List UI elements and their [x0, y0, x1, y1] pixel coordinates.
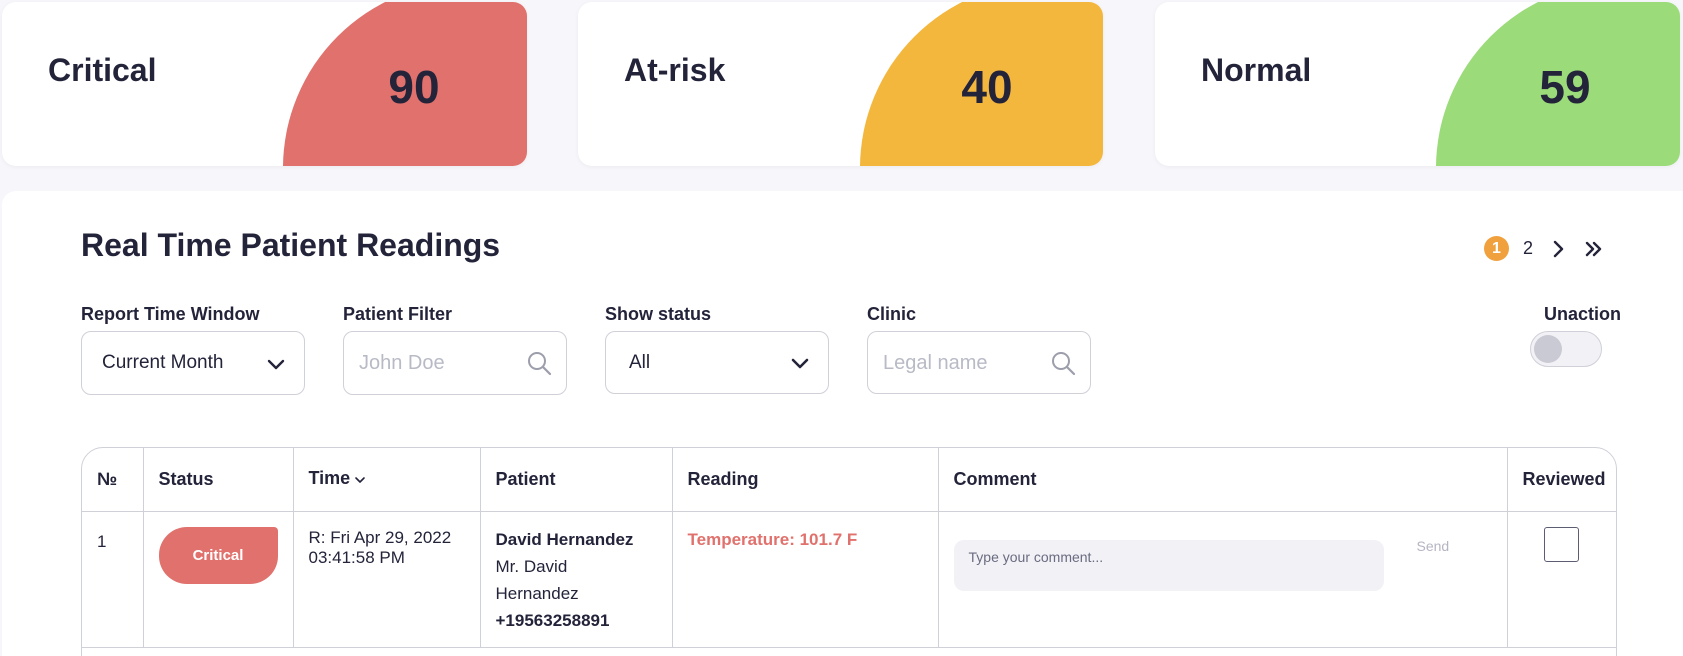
patient-full-title-cont: Hernandez	[495, 583, 579, 603]
column-header-status: Status	[143, 448, 294, 512]
show-status-label: Show status	[605, 304, 712, 324]
patient-full-title: Mr. David	[495, 556, 568, 576]
column-header-reading: Reading	[672, 448, 939, 512]
chevron-down-icon	[788, 351, 814, 377]
column-header-time[interactable]: Time	[293, 448, 481, 512]
pagination: 1 2	[1483, 236, 1605, 261]
report-window-value: Current Month	[102, 352, 224, 373]
clinic-label: Clinic	[867, 304, 917, 324]
column-header-time-label: Time	[308, 468, 351, 489]
row-number: 1	[82, 511, 144, 648]
show-status-value: All	[629, 352, 651, 373]
chevron-down-icon	[264, 352, 290, 378]
column-header-patient: Patient	[480, 448, 673, 512]
patient-filter-placeholder: John Doe	[359, 352, 445, 374]
sort-down-icon	[354, 469, 366, 490]
patient-phone: +19563258891	[495, 610, 610, 630]
report-window-select[interactable]: Current Month	[81, 331, 305, 395]
search-icon	[526, 350, 552, 376]
card-title: Critical	[48, 52, 157, 88]
card-value: 40	[961, 61, 1013, 113]
reading-value: Temperature: 101.7 F	[687, 529, 858, 549]
status-badge: Critical	[158, 526, 278, 584]
clinic-placeholder: Legal name	[883, 352, 988, 374]
unaction-toggle[interactable]	[1530, 331, 1602, 367]
row-status-cell: Critical	[143, 511, 294, 648]
column-header-number: №	[82, 448, 144, 512]
page-button-active[interactable]: 1	[1483, 236, 1509, 261]
patient-filter-input[interactable]: John Doe	[343, 331, 567, 395]
row-time-cell: R: Fri Apr 29, 2022 03:41:58 PM	[293, 511, 481, 648]
report-window-label: Report Time Window	[81, 304, 260, 324]
patient-readings-panel: Real Time Patient Readings 1 2 Report Ti…	[2, 191, 1683, 656]
patient-name[interactable]: David Hernandez	[496, 526, 657, 553]
card-value: 90	[388, 61, 440, 113]
table-header-row: № Status Time Patient Reading Comment Re…	[82, 448, 1616, 512]
column-header-reviewed: Reviewed	[1507, 448, 1616, 512]
reviewed-checkbox[interactable]	[1543, 526, 1579, 562]
summary-card-normal[interactable]: Normal 59	[1155, 2, 1680, 166]
unaction-label: Unaction	[1544, 304, 1622, 324]
comment-input[interactable]: Type your comment...	[953, 539, 1384, 591]
table-row: 1 Critical R: Fri Apr 29, 2022 03:41:58 …	[82, 511, 1616, 648]
double-chevron-right-icon[interactable]	[1583, 238, 1605, 260]
row-reading-cell: Temperature: 101.7 F	[672, 511, 939, 648]
summary-card-critical[interactable]: Critical 90	[2, 2, 527, 166]
page-title: Real Time Patient Readings	[81, 227, 501, 263]
row-patient-cell: David Hernandez Mr. David Hernandez +195…	[480, 511, 673, 648]
toggle-knob	[1534, 335, 1562, 363]
page-button[interactable]: 2	[1523, 238, 1533, 259]
chevron-right-icon[interactable]	[1547, 238, 1569, 260]
card-title: Normal	[1201, 52, 1312, 88]
summary-card-at-risk[interactable]: At-risk 40	[578, 2, 1103, 166]
patient-filter-label: Patient Filter	[343, 304, 453, 324]
row-reviewed-cell	[1507, 511, 1616, 648]
comment-placeholder: Type your comment...	[968, 548, 1104, 565]
card-value: 59	[1539, 61, 1591, 113]
row-comment-cell: Type your comment... Send	[938, 511, 1508, 648]
clinic-input[interactable]: Legal name	[867, 331, 1091, 394]
search-icon	[1050, 350, 1076, 376]
card-title: At-risk	[624, 52, 726, 88]
reading-time: 03:41:58 PM	[308, 547, 405, 567]
column-header-comment: Comment	[938, 448, 1508, 512]
show-status-select[interactable]: All	[605, 331, 829, 394]
send-button[interactable]: Send	[1417, 538, 1450, 554]
reading-date: R: Fri Apr 29, 2022	[308, 527, 452, 547]
readings-table: № Status Time Patient Reading Comment Re…	[81, 447, 1617, 656]
